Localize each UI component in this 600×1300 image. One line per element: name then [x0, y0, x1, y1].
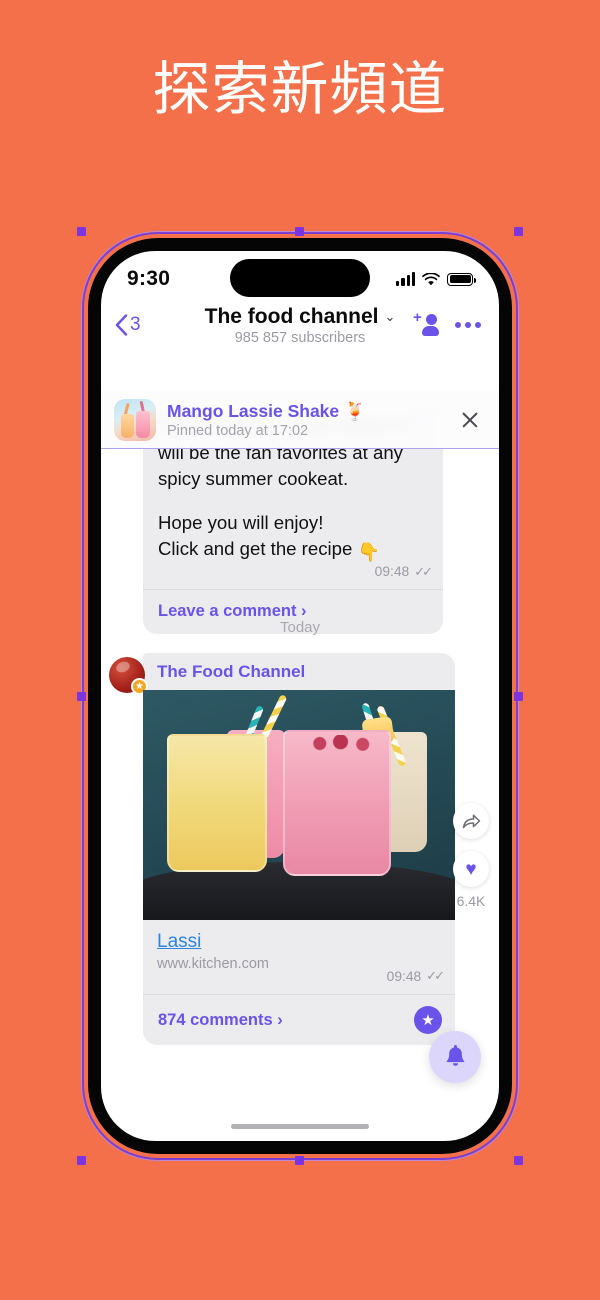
channel-title-text: The food channel — [204, 304, 379, 328]
link-title[interactable]: Lassi — [157, 931, 201, 953]
bell-icon — [446, 1044, 464, 1066]
message-paragraph-2: Hope you will enjoy! Click and get the r… — [158, 510, 428, 563]
add-user-icon[interactable]: + — [413, 310, 439, 337]
cellular-signal-icon — [396, 272, 415, 286]
handle-bottom-left[interactable] — [77, 1156, 86, 1165]
comments-button[interactable]: 874 comments › — [158, 1011, 283, 1030]
handle-bottom-center[interactable] — [295, 1156, 304, 1165]
more-options-icon[interactable] — [455, 322, 481, 328]
pinned-texts: Mango Lassie Shake 🍹 Pinned today at 17:… — [167, 401, 446, 439]
back-badge-count: 3 — [130, 314, 141, 335]
chevron-down-icon: ⌄ — [384, 308, 396, 324]
share-icon — [462, 814, 480, 828]
wifi-icon — [422, 272, 440, 285]
message-time: 09:48 — [374, 564, 410, 579]
pointing-down-emoji: 👇 — [357, 542, 380, 562]
smoothies-photo[interactable] — [143, 690, 455, 920]
status-icons — [396, 272, 476, 286]
message-sender-name: The Food Channel — [157, 662, 306, 681]
handle-bottom-right[interactable] — [514, 1156, 523, 1165]
message-meta: 09:48 ✓✓ — [143, 563, 443, 589]
message-line-3: spicy summer cookeat. — [158, 468, 349, 489]
message-list[interactable]: 5.8K These creamy, sweet libations, will… — [101, 391, 499, 1141]
back-button[interactable]: 3 — [115, 314, 141, 336]
close-icon[interactable] — [457, 407, 483, 433]
day-divider: Today — [279, 619, 321, 636]
pinned-title: Mango Lassie Shake 🍹 — [167, 400, 366, 421]
heart-count: 6.4K — [456, 893, 486, 909]
message-line-4: Hope you will enjoy! — [158, 511, 324, 533]
star-button[interactable]: ★ — [414, 1006, 442, 1034]
dynamic-island — [230, 259, 370, 297]
link-preview[interactable]: Lassi www.kitchen.com — [143, 920, 455, 974]
handle-middle-left[interactable] — [77, 692, 86, 701]
heart-icon: ♥ — [465, 858, 477, 880]
header-actions: + — [413, 310, 481, 337]
chevron-left-icon — [115, 314, 128, 336]
phone-mockup: 9:30 3 The food channel ⌄ 985 857 subscr… — [77, 227, 523, 1165]
link-url: www.kitchen.com — [157, 956, 270, 972]
page-title: 探索新頻道 — [152, 57, 448, 122]
read-ticks-icon: ✓✓ — [414, 563, 433, 579]
phone-screen: 9:30 3 The food channel ⌄ 985 857 subscr… — [101, 251, 499, 1141]
pinned-thumbnail — [114, 398, 156, 441]
notifications-button[interactable] — [429, 1031, 481, 1083]
photo-message-card[interactable]: The Food Channel Lassi www.kitchen.com 0… — [143, 653, 455, 1045]
message-line-5: Click and get the recipe — [158, 538, 353, 559]
home-indicator[interactable] — [231, 1123, 369, 1129]
share-button[interactable] — [453, 803, 489, 839]
status-bar: 9:30 — [101, 251, 499, 307]
card-comments-row: 874 comments › ★ — [143, 994, 455, 1045]
chat-header: 3 The food channel ⌄ 985 857 subscribers… — [101, 305, 499, 347]
reaction-rail: ♥ 6.4K — [453, 803, 489, 909]
battery-icon — [447, 272, 476, 286]
pinned-message-bar[interactable]: Mango Lassie Shake 🍹 Pinned today at 17:… — [101, 391, 499, 449]
channel-title[interactable]: The food channel ⌄ — [205, 305, 396, 329]
status-time: 9:30 — [127, 267, 171, 290]
handle-top-left[interactable] — [77, 227, 86, 236]
pinned-subtitle: Pinned today at 17:02 — [167, 422, 309, 439]
channel-avatar[interactable]: ★ — [109, 657, 148, 695]
handle-top-right[interactable] — [514, 227, 523, 236]
message-with-photo: ★ The Food Channel Lassi www.kitchen.com… — [109, 653, 499, 1045]
handle-top-center[interactable] — [295, 227, 304, 236]
heart-button[interactable]: ♥ — [453, 851, 489, 887]
handle-middle-right[interactable] — [514, 692, 523, 701]
